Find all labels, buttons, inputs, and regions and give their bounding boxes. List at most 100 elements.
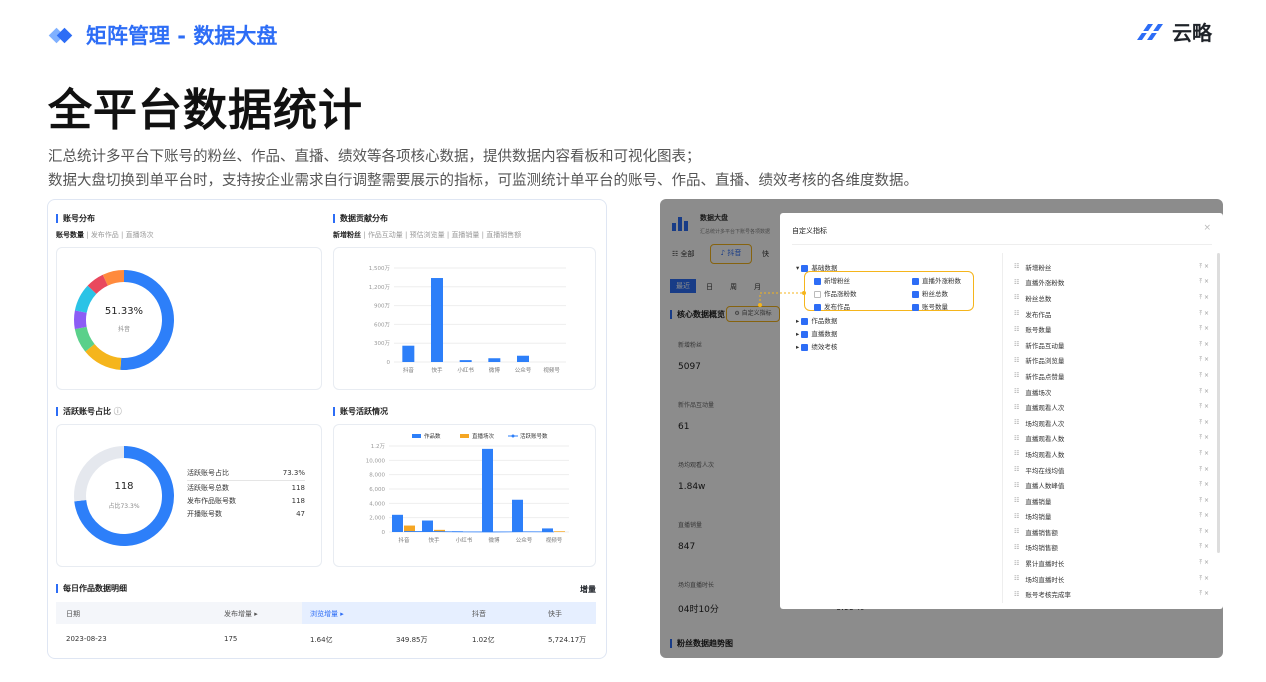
selected-metric-item[interactable]: ☷ 直播观看人次 ⤒ × (1014, 399, 1209, 415)
tab-live-revenue[interactable]: 直播销售额 (486, 231, 521, 239)
pin-remove-icon[interactable]: ⤒ × (1199, 294, 1209, 302)
pin-remove-icon[interactable]: ⤒ × (1199, 434, 1209, 442)
drag-handle-icon[interactable]: ☷ (1014, 310, 1019, 317)
checkbox-icon[interactable] (912, 290, 919, 298)
selected-metric-item[interactable]: ☷ 场均销量 ⤒ × (1014, 509, 1209, 525)
checkbox-icon[interactable] (801, 343, 809, 351)
selected-metric-item[interactable]: ☷ 新作品浏览量 ⤒ × (1014, 353, 1209, 369)
selected-metric-item[interactable]: ☷ 场均观看人次 ⤒ × (1014, 415, 1209, 431)
drag-handle-icon[interactable]: ☷ (1014, 560, 1019, 567)
selected-metric-item[interactable]: ☷ 新增粉丝 ⤒ × (1014, 259, 1209, 275)
pin-remove-icon[interactable]: ⤒ × (1199, 341, 1209, 349)
tree-item[interactable]: 账号数量 (912, 301, 948, 311)
pin-remove-icon[interactable]: ⤒ × (1199, 512, 1209, 520)
selected-metric-item[interactable]: ☷ 平均在线均值 ⤒ × (1014, 462, 1209, 478)
selected-metric-item[interactable]: ☷ 账号考核完成率 ⤒ × (1014, 586, 1209, 602)
drag-handle-icon[interactable]: ☷ (1014, 528, 1019, 535)
selected-metric-item[interactable]: ☷ 新作品点赞量 ⤒ × (1014, 368, 1209, 384)
selected-metric-item[interactable]: ☷ 粉丝总数 ⤒ × (1014, 290, 1209, 306)
stat-row: 发布作品账号数 118 (187, 494, 305, 507)
drag-handle-icon[interactable]: ☷ (1014, 466, 1019, 473)
tab-live[interactable]: 直播场次 (126, 231, 154, 239)
selected-metric-item[interactable]: ☷ 场均直播时长 ⤒ × (1014, 571, 1209, 587)
contribution-card: 0 300万 600万 900万 1,200万 1,500万 抖音 快手 小红书 微博 公众号 视频号 (333, 247, 596, 390)
donut-slice (74, 310, 87, 330)
donut-slice (102, 270, 125, 286)
pin-remove-icon[interactable]: ⤒ × (1199, 481, 1209, 489)
scrollbar[interactable] (1217, 253, 1220, 553)
checkbox-icon[interactable] (912, 277, 919, 285)
pin-remove-icon[interactable]: ⤒ × (1199, 403, 1209, 411)
tree-item[interactable]: 直播外涨粉数 (912, 275, 961, 285)
selected-metric-item[interactable]: ☷ 账号数量 ⤒ × (1014, 321, 1209, 337)
pin-remove-icon[interactable]: ⤒ × (1199, 263, 1209, 271)
pin-remove-icon[interactable]: ⤒ × (1199, 419, 1209, 427)
drag-handle-icon[interactable]: ☷ (1014, 279, 1019, 286)
tab-published[interactable]: 发布作品 (91, 231, 119, 239)
pin-remove-icon[interactable]: ⤒ × (1199, 388, 1209, 396)
drag-handle-icon[interactable]: ☷ (1014, 544, 1019, 551)
checkbox-icon[interactable] (801, 330, 809, 338)
col-publish[interactable]: 发布增量 ▸ (224, 609, 258, 619)
pin-remove-icon[interactable]: ⤒ × (1199, 372, 1209, 380)
close-icon[interactable]: × (1203, 223, 1211, 233)
drag-handle-icon[interactable]: ☷ (1014, 482, 1019, 489)
selected-metric-item[interactable]: ☷ 累计直播时长 ⤒ × (1014, 555, 1209, 571)
x-tick-label: 微博 (489, 366, 501, 374)
drag-handle-icon[interactable]: ☷ (1014, 450, 1019, 457)
selected-metric-item[interactable]: ☷ 发布作品 ⤒ × (1014, 306, 1209, 322)
selected-metric-item[interactable]: ☷ 直播人数峰值 ⤒ × (1014, 477, 1209, 493)
pin-remove-icon[interactable]: ⤒ × (1199, 356, 1209, 364)
info-icon[interactable]: ⓘ (114, 407, 122, 416)
drag-handle-icon[interactable]: ☷ (1014, 435, 1019, 442)
tab-live-sales[interactable]: 直播销量 (451, 231, 479, 239)
tree-group[interactable]: ▸ 直播数据 (796, 328, 837, 338)
pin-remove-icon[interactable]: ⤒ × (1199, 310, 1209, 318)
selected-metric-item[interactable]: ☷ 直播场次 ⤒ × (1014, 384, 1209, 400)
drag-handle-icon[interactable]: ☷ (1014, 341, 1019, 348)
drag-handle-icon[interactable]: ☷ (1014, 388, 1019, 395)
pin-remove-icon[interactable]: ⤒ × (1199, 450, 1209, 458)
checkbox-icon[interactable] (814, 277, 821, 285)
drag-handle-icon[interactable]: ☷ (1014, 419, 1019, 426)
tab-views[interactable]: 预估浏览量 (410, 231, 445, 239)
drag-handle-icon[interactable]: ☷ (1014, 294, 1019, 301)
selected-metric-item[interactable]: ☷ 场均观看人数 ⤒ × (1014, 446, 1209, 462)
drag-handle-icon[interactable]: ☷ (1014, 263, 1019, 270)
drag-handle-icon[interactable]: ☷ (1014, 513, 1019, 520)
drag-handle-icon[interactable]: ☷ (1014, 326, 1019, 333)
drag-handle-icon[interactable]: ☷ (1014, 575, 1019, 582)
checkbox-icon[interactable] (801, 317, 809, 325)
dashboard-screenshot-right: 数据大盘 汇总统计多平台下账号各项数据 ☷ 全部 ♪ 抖音 快 最近 日 周 月… (660, 199, 1223, 658)
tab-account-count[interactable]: 账号数量 (56, 231, 84, 239)
selected-metric-item[interactable]: ☷ 直播观看人数 ⤒ × (1014, 431, 1209, 447)
pin-remove-icon[interactable]: ⤒ × (1199, 543, 1209, 551)
pin-remove-icon[interactable]: ⤒ × (1199, 466, 1209, 474)
drag-handle-icon[interactable]: ☷ (1014, 372, 1019, 379)
pin-remove-icon[interactable]: ⤒ × (1199, 590, 1209, 598)
drag-handle-icon[interactable]: ☷ (1014, 357, 1019, 364)
col-views[interactable]: 浏览增量 ▸ (310, 609, 344, 619)
tab-new-fans[interactable]: 新增粉丝 (333, 231, 361, 239)
selected-metric-item[interactable]: ☷ 直播销售额 ⤒ × (1014, 524, 1209, 540)
tree-item[interactable]: 粉丝总数 (912, 288, 948, 298)
selected-metric-item[interactable]: ☷ 新作品互动量 ⤒ × (1014, 337, 1209, 353)
tree-group[interactable]: ▸ 作品数据 (796, 315, 837, 325)
pin-remove-icon[interactable]: ⤒ × (1199, 528, 1209, 536)
selected-metric-item[interactable]: ☷ 直播销量 ⤒ × (1014, 493, 1209, 509)
tree-item[interactable]: 新增粉丝 (814, 275, 850, 285)
drag-handle-icon[interactable]: ☷ (1014, 497, 1019, 504)
pin-remove-icon[interactable]: ⤒ × (1199, 575, 1209, 583)
drag-handle-icon[interactable]: ☷ (1014, 591, 1019, 598)
checkbox-icon[interactable] (912, 303, 919, 311)
pin-remove-icon[interactable]: ⤒ × (1199, 325, 1209, 333)
tree-group[interactable]: ▸ 绩效考核 (796, 341, 837, 351)
selected-metric-item[interactable]: ☷ 场均销售额 ⤒ × (1014, 540, 1209, 556)
pin-remove-icon[interactable]: ⤒ × (1199, 497, 1209, 505)
pin-remove-icon[interactable]: ⤒ × (1199, 559, 1209, 567)
pin-remove-icon[interactable]: ⤒ × (1199, 278, 1209, 286)
selected-metric-label: 场均直播时长 (1025, 575, 1065, 584)
selected-metric-item[interactable]: ☷ 直播外涨粉数 ⤒ × (1014, 275, 1209, 291)
drag-handle-icon[interactable]: ☷ (1014, 404, 1019, 411)
tab-interact[interactable]: 作品互动量 (368, 231, 403, 239)
